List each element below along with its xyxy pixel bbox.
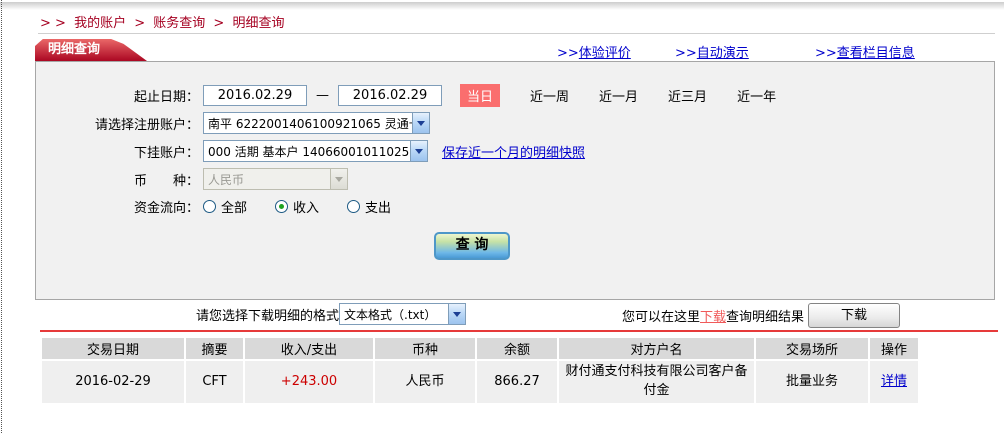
download-format-value: 文本格式（.txt） bbox=[344, 307, 437, 322]
breadcrumb-item-account-query[interactable]: 账务查询 bbox=[153, 16, 205, 31]
breadcrumb-separator: > bbox=[134, 16, 146, 31]
download-format-area: 请您选择下载明细的格式 文本格式（.txt） bbox=[196, 303, 467, 325]
top-gradient-bar bbox=[0, 2, 1004, 10]
col-header-date: 交易日期 bbox=[42, 338, 184, 359]
radio-icon[interactable] bbox=[347, 199, 361, 213]
quick-range-year[interactable]: 近一年 bbox=[737, 86, 776, 105]
breadcrumb-separator: > bbox=[213, 16, 225, 31]
download-format-label: 请您选择下载明细的格式 bbox=[196, 308, 340, 324]
quick-range-quarter[interactable]: 近三月 bbox=[668, 86, 707, 105]
download-hint-area: 您可以在这里 下载 查询明细结果 下载 bbox=[622, 303, 901, 328]
sub-account-select[interactable]: 000 活期 基本户 1406600101102571848 bbox=[203, 140, 428, 162]
start-date-input[interactable] bbox=[203, 84, 307, 106]
currency-value: 人民币 bbox=[208, 172, 245, 187]
breadcrumb-prefix: > > bbox=[40, 16, 66, 31]
sub-account-row: 下挂账户： 000 活期 基本户 1406600101102571848 保存近… bbox=[36, 140, 994, 162]
currency-label: 币 种： bbox=[133, 173, 199, 189]
chevron-down-icon bbox=[410, 141, 427, 161]
flow-option-label: 全部 bbox=[221, 200, 248, 216]
col-header-balance: 余额 bbox=[477, 338, 557, 359]
table-header-row: 交易日期 摘要 收入/支出 币种 余额 对方户名 交易场所 操作 bbox=[42, 338, 918, 359]
link-prefix: >> bbox=[557, 46, 579, 61]
red-divider-line bbox=[40, 330, 998, 332]
fund-flow-label: 资金流向： bbox=[133, 200, 199, 216]
link-view-column-info[interactable]: >>查看栏目信息 bbox=[815, 42, 915, 61]
fund-flow-row: 资金流向： 全部 收入 支出 bbox=[36, 195, 994, 217]
download-hint-suffix: 查询明细结果 bbox=[726, 310, 805, 325]
detail-query-page: > > 我的账户 > 账务查询 > 明细查询 明细查询 >>体验评价 >>自动演… bbox=[0, 0, 1004, 433]
registered-account-value: 南平 6222001406100921065 灵通卡 bbox=[208, 116, 412, 131]
currency-row: 币 种： 人民币 bbox=[36, 168, 994, 190]
radio-checked-icon[interactable] bbox=[275, 199, 289, 213]
currency-select-disabled: 人民币 bbox=[203, 168, 348, 190]
cell-action: 详情 bbox=[870, 361, 918, 403]
link-label: 自动演示 bbox=[696, 46, 749, 61]
link-auto-demo[interactable]: >>自动演示 bbox=[675, 42, 749, 61]
cell-counterparty: 财付通支付科技有限公司客户备付金 bbox=[559, 361, 754, 403]
detail-link[interactable]: 详情 bbox=[881, 374, 907, 389]
link-prefix: >> bbox=[675, 46, 697, 61]
transaction-table: 交易日期 摘要 收入/支出 币种 余额 对方户名 交易场所 操作 2016-02… bbox=[40, 336, 920, 405]
link-experience-rating[interactable]: >>体验评价 bbox=[557, 42, 631, 61]
sub-account-value: 000 活期 基本户 1406600101102571848 bbox=[208, 144, 410, 159]
cell-venue: 批量业务 bbox=[756, 361, 868, 403]
registered-account-select[interactable]: 南平 6222001406100921065 灵通卡 bbox=[203, 112, 430, 134]
save-monthly-snapshot-link[interactable]: 保存近一个月的明细快照 bbox=[442, 142, 585, 161]
sub-account-label: 下挂账户： bbox=[133, 145, 199, 161]
chevron-down-icon bbox=[330, 169, 347, 189]
download-format-select[interactable]: 文本格式（.txt） bbox=[339, 303, 467, 325]
registered-account-row: 请选择注册账户： 南平 6222001406100921065 灵通卡 bbox=[36, 112, 994, 134]
breadcrumb-divider bbox=[38, 33, 995, 34]
flow-option-label: 支出 bbox=[365, 200, 392, 216]
download-inline-link[interactable]: 下载 bbox=[700, 306, 726, 325]
link-label: 体验评价 bbox=[578, 46, 631, 61]
flow-option-income[interactable]: 收入 bbox=[275, 197, 319, 216]
date-range-dash: — bbox=[316, 87, 329, 103]
col-header-amount: 收入/支出 bbox=[245, 338, 373, 359]
end-date-input[interactable] bbox=[338, 84, 442, 106]
date-range-row: 起止日期： — 当日 近一周 近一月 近三月 近一年 bbox=[36, 83, 994, 107]
radio-icon[interactable] bbox=[203, 199, 216, 213]
col-header-venue: 交易场所 bbox=[756, 338, 868, 359]
chevron-down-icon bbox=[448, 304, 466, 324]
query-button[interactable]: 查 询 bbox=[434, 232, 510, 260]
quick-range-week[interactable]: 近一周 bbox=[530, 86, 569, 105]
col-header-summary: 摘要 bbox=[186, 338, 243, 359]
flow-option-expense[interactable]: 支出 bbox=[347, 197, 391, 216]
link-prefix: >> bbox=[815, 46, 837, 61]
col-header-counterparty: 对方户名 bbox=[559, 338, 754, 359]
download-hint-prefix: 您可以在这里 bbox=[622, 310, 701, 325]
breadcrumb: > > 我的账户 > 账务查询 > 明细查询 bbox=[40, 12, 288, 31]
link-label: 查看栏目信息 bbox=[836, 46, 915, 61]
download-button[interactable]: 下载 bbox=[808, 303, 901, 328]
quick-range-month[interactable]: 近一月 bbox=[599, 86, 638, 105]
quick-range-today[interactable]: 当日 bbox=[460, 83, 501, 107]
cell-date: 2016-02-29 bbox=[42, 361, 184, 403]
col-header-currency: 币种 bbox=[375, 338, 475, 359]
flow-option-all[interactable]: 全部 bbox=[203, 197, 247, 216]
breadcrumb-item-detail-query[interactable]: 明细查询 bbox=[232, 16, 284, 31]
cell-currency: 人民币 bbox=[375, 361, 475, 403]
flow-option-label: 收入 bbox=[293, 200, 320, 216]
breadcrumb-item-my-account[interactable]: 我的账户 bbox=[74, 16, 126, 31]
date-range-label: 起止日期： bbox=[133, 89, 199, 105]
table-row: 2016-02-29 CFT +243.00 人民币 866.27 财付通支付科… bbox=[42, 361, 918, 403]
col-header-action: 操作 bbox=[870, 338, 918, 359]
left-dotted-border bbox=[1, 0, 2, 433]
registered-account-label: 请选择注册账户： bbox=[94, 117, 199, 133]
cell-summary: CFT bbox=[186, 361, 243, 403]
cell-balance: 866.27 bbox=[477, 361, 557, 403]
query-form-panel: 起止日期： — 当日 近一周 近一月 近三月 近一年 请选择注册账户： 南平 6… bbox=[35, 61, 995, 300]
tab-detail-query[interactable]: 明细查询 bbox=[35, 39, 147, 61]
cell-amount: +243.00 bbox=[245, 361, 373, 403]
chevron-down-icon bbox=[412, 113, 429, 133]
